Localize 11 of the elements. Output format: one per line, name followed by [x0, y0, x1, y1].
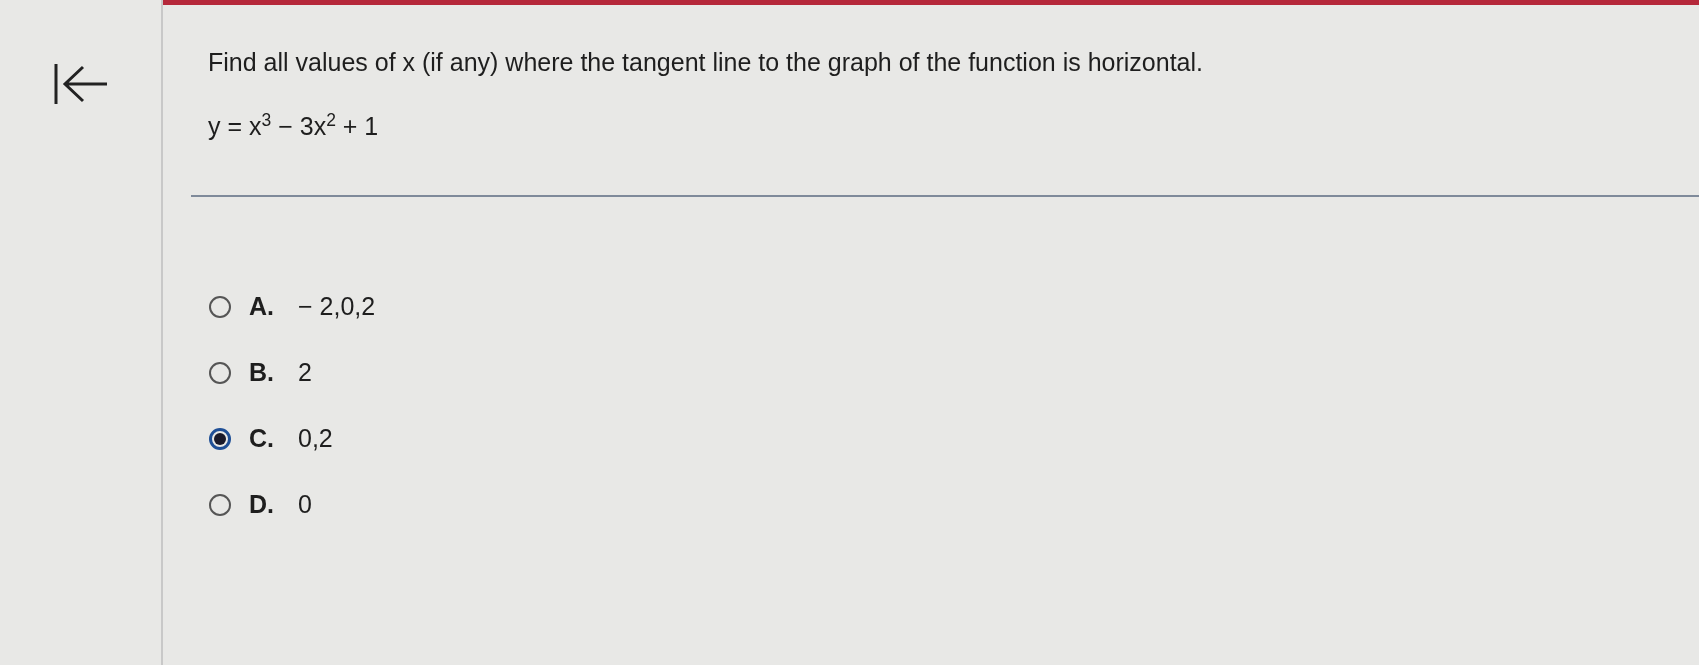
radio-button[interactable] — [209, 493, 231, 516]
function-equation: y = x$^{3}$ − 3x$^{2}$ + 1 — [207, 109, 380, 142]
back-to-start-icon[interactable] — [52, 62, 109, 106]
answer-option[interactable]: A. − 2,0,2 — [209, 292, 376, 322]
radio-button[interactable] — [209, 361, 231, 384]
answer-option[interactable]: C. 0,2 — [209, 424, 333, 454]
answer-option[interactable]: D. 0 — [209, 490, 312, 520]
question-text: Find all values of x (if any) where the tangent line to the graph of the function is horizontal. — [207, 47, 1205, 77]
answer-option[interactable]: B. 2 — [209, 358, 312, 388]
radio-button[interactable] — [209, 295, 231, 318]
radio-button[interactable] — [209, 427, 231, 450]
